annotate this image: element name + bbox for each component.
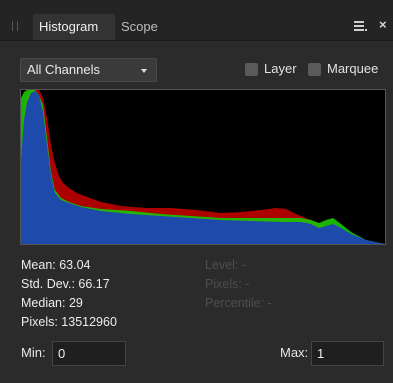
stat-pixels: Pixels: 13512960: [21, 315, 117, 329]
marquee-checkbox-label: Marquee: [327, 61, 379, 76]
chevron-down-icon: [141, 69, 147, 73]
tab-histogram[interactable]: Histogram: [33, 14, 115, 40]
stat-level: Level: -: [205, 258, 246, 272]
histogram-plot: [21, 90, 385, 244]
marquee-checkbox[interactable]: [308, 63, 321, 76]
stat-percentile: Percentile: -: [205, 296, 272, 310]
panel-tab-bar: Histogram Scope ×: [0, 0, 393, 41]
panel-menu-icon[interactable]: [354, 21, 368, 33]
close-icon[interactable]: ×: [379, 17, 387, 33]
layer-checkbox-label: Layer: [264, 61, 297, 76]
layer-checkbox[interactable]: [245, 63, 258, 76]
stat-cursor-pixels: Pixels: -: [205, 277, 250, 291]
channel-select-value: All Channels: [27, 62, 100, 77]
min-input[interactable]: 0: [52, 341, 126, 366]
drag-handle-icon[interactable]: [12, 21, 18, 31]
stat-std-dev: Std. Dev.: 66.17: [21, 277, 110, 291]
tab-scope[interactable]: Scope: [115, 14, 164, 40]
histogram-graph[interactable]: [20, 89, 386, 245]
channel-select[interactable]: All Channels: [20, 58, 157, 82]
histogram-panel: Histogram Scope × All Channels Layer Mar…: [0, 0, 393, 383]
max-input[interactable]: 1: [311, 341, 384, 366]
max-label: Max:: [280, 345, 309, 360]
stat-median: Median: 29: [21, 296, 83, 310]
stat-mean: Mean: 63.04: [21, 258, 91, 272]
min-label: Min:: [21, 345, 46, 360]
